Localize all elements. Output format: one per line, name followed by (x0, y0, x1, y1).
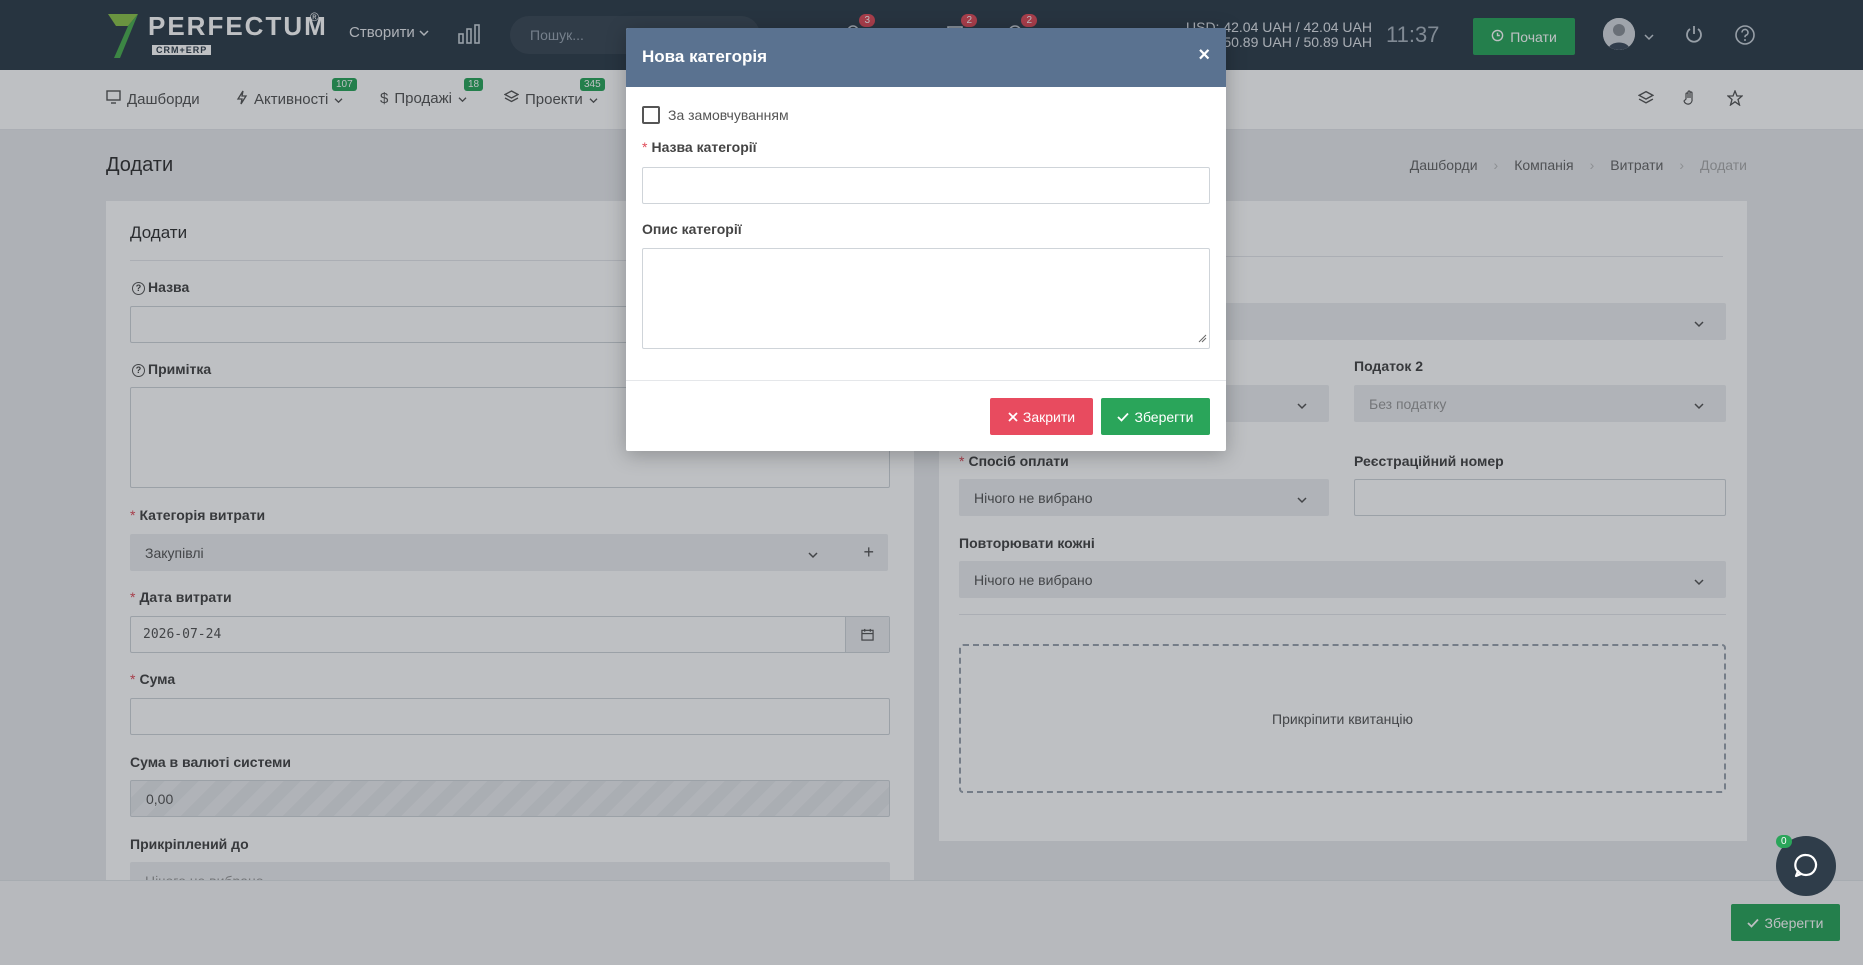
modal-title: Нова категорія (642, 47, 768, 66)
default-checkbox-label[interactable]: За замовчуванням (668, 107, 789, 123)
modal-close-button[interactable]: Закрити (990, 398, 1093, 435)
close-icon (1008, 409, 1018, 425)
chat-badge: 0 (1776, 835, 1792, 848)
category-name-input[interactable] (642, 167, 1210, 204)
new-category-modal: Нова категорія × За замовчуванням * Назва… (626, 28, 1226, 451)
check-icon (1117, 409, 1130, 425)
modal-save-button[interactable]: Зберегти (1101, 398, 1210, 435)
category-name-label: * Назва категорії (642, 139, 757, 155)
close-icon[interactable]: × (1198, 45, 1210, 65)
category-description-label: Опис категорії (642, 221, 742, 237)
default-checkbox[interactable] (642, 106, 660, 124)
category-description-textarea[interactable] (642, 248, 1210, 349)
modal-divider (626, 380, 1226, 381)
modal-header: Нова категорія × (626, 28, 1226, 87)
close-label: Закрити (1022, 408, 1076, 425)
chat-bubble-icon (1792, 851, 1820, 882)
save-label: Зберегти (1134, 408, 1194, 425)
resize-handle-icon[interactable] (1197, 330, 1207, 346)
